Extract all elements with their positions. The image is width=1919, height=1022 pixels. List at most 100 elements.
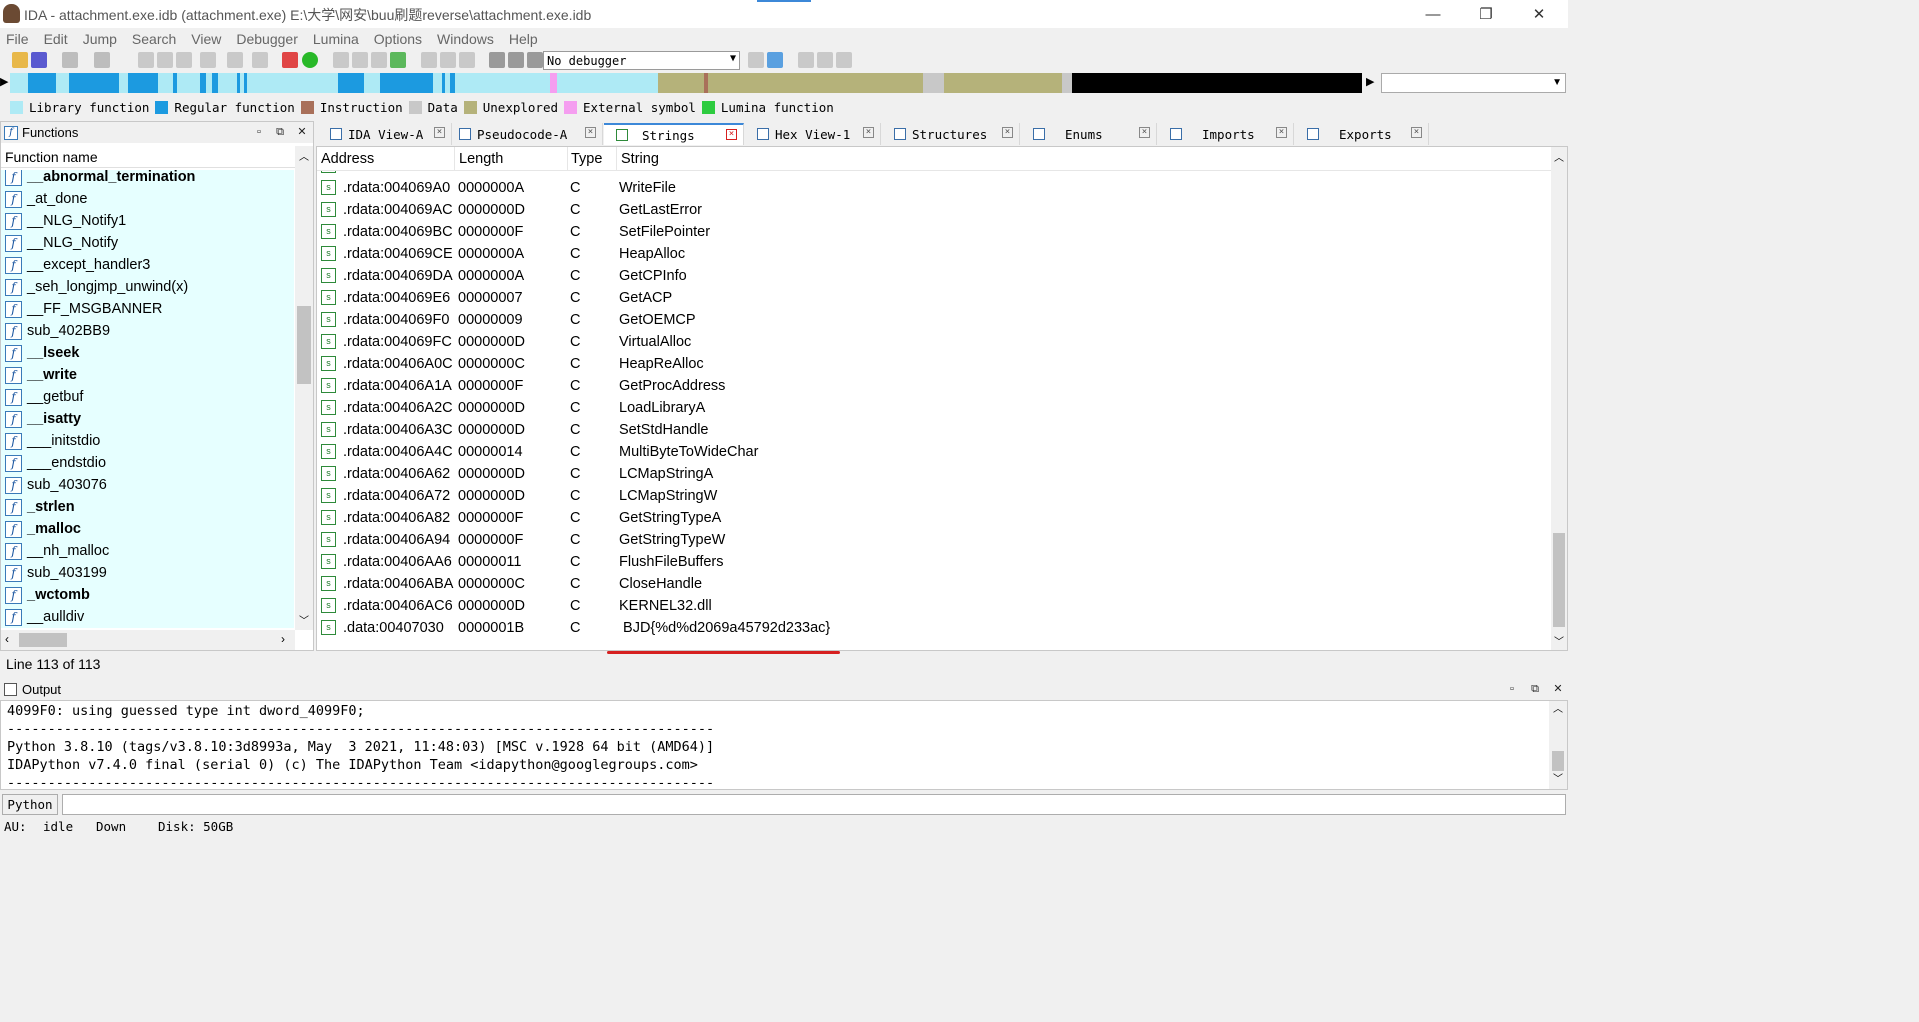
- string-row[interactable]: s .rdata:00406994 0000000A C RtlUnwind: [317, 171, 1551, 178]
- function-row[interactable]: f _at_done: [1, 188, 294, 210]
- menu-options[interactable]: Options: [374, 31, 422, 47]
- data-icon[interactable]: [352, 52, 368, 68]
- function-row[interactable]: f __write: [1, 364, 294, 386]
- menu-windows[interactable]: Windows: [437, 31, 494, 47]
- function-row[interactable]: f _strlen: [1, 496, 294, 518]
- column-string[interactable]: String: [621, 151, 659, 167]
- column-address[interactable]: Address: [321, 151, 374, 167]
- functions-hscroll-thumb[interactable]: [19, 633, 67, 647]
- close-icon[interactable]: ×: [1276, 127, 1287, 138]
- run-green-icon[interactable]: [302, 52, 318, 68]
- restore-panel-icon[interactable]: ⧉: [274, 127, 286, 139]
- function-row[interactable]: f __lseek: [1, 342, 294, 364]
- close-icon[interactable]: ×: [1002, 127, 1013, 138]
- close-icon[interactable]: ×: [1411, 127, 1422, 138]
- search-icon[interactable]: [252, 52, 268, 68]
- close-icon[interactable]: ×: [726, 129, 737, 140]
- close-icon[interactable]: ×: [1139, 127, 1150, 138]
- tab-strings[interactable]: Strings ×: [604, 123, 744, 145]
- tab-exports[interactable]: Exports ×: [1295, 123, 1429, 145]
- function-row[interactable]: f _seh_longjmp_unwind(x): [1, 276, 294, 298]
- string-row[interactable]: s .rdata:00406A3C 0000000D C SetStdHandle: [317, 420, 1551, 442]
- menu-lumina[interactable]: Lumina: [313, 31, 359, 47]
- string-row[interactable]: s .rdata:004069A0 0000000A C WriteFile: [317, 178, 1551, 200]
- menu-search[interactable]: Search: [132, 31, 176, 47]
- function-row[interactable]: f __aulldiv: [1, 606, 294, 628]
- add-icon[interactable]: [390, 52, 406, 68]
- tool-icon[interactable]: [421, 52, 437, 68]
- string-row[interactable]: s .rdata:00406ABA 0000000C C CloseHandle: [317, 574, 1551, 596]
- string-row[interactable]: s .rdata:00406A62 0000000D C LCMapStringA: [317, 464, 1551, 486]
- paste-icon[interactable]: [157, 52, 173, 68]
- string-row[interactable]: s .rdata:00406AC6 0000000D C KERNEL32.dll: [317, 596, 1551, 618]
- function-row[interactable]: f sub_402BB9: [1, 320, 294, 342]
- function-row[interactable]: f __NLG_Notify: [1, 232, 294, 254]
- close-icon[interactable]: ×: [863, 127, 874, 138]
- struct-icon[interactable]: [371, 52, 387, 68]
- string-row[interactable]: s .rdata:00406A1A 0000000F C GetProcAddress: [317, 376, 1551, 398]
- chevron-right-icon[interactable]: ›: [281, 632, 285, 646]
- nav-right-arrow-icon[interactable]: ▶: [1366, 75, 1374, 88]
- menu-jump[interactable]: Jump: [83, 31, 117, 47]
- menu-edit[interactable]: Edit: [44, 31, 68, 47]
- chevron-up-icon[interactable]: ︿: [1554, 149, 1564, 164]
- tool2-icon[interactable]: [440, 52, 456, 68]
- restore-button[interactable]: ❐: [1463, 0, 1509, 28]
- string-row[interactable]: s .rdata:00406A0C 0000000C C HeapReAlloc: [317, 354, 1551, 376]
- menu-debugger[interactable]: Debugger: [236, 31, 298, 47]
- output-console[interactable]: 4099F0: using guessed type int dword_409…: [0, 700, 1568, 790]
- close-icon[interactable]: ×: [434, 127, 445, 138]
- column-type[interactable]: Type: [571, 151, 602, 167]
- menu-help[interactable]: Help: [509, 31, 538, 47]
- chevron-up-icon[interactable]: ︿: [1553, 701, 1563, 719]
- tab-ida-view-a[interactable]: IDA View-A ×: [318, 123, 452, 145]
- string-row[interactable]: s .rdata:004069F0 00000009 C GetOEMCP: [317, 310, 1551, 332]
- function-row[interactable]: f __except_handler3: [1, 254, 294, 276]
- down-arrow-icon[interactable]: [227, 52, 243, 68]
- function-row[interactable]: f sub_403076: [1, 474, 294, 496]
- string-row[interactable]: s .rdata:004069BC 0000000F C SetFilePointer: [317, 222, 1551, 244]
- tab-imports[interactable]: Imports ×: [1158, 123, 1294, 145]
- back-icon[interactable]: [62, 52, 78, 68]
- string-row[interactable]: s .rdata:00406A72 0000000D C LCMapStringW: [317, 486, 1551, 508]
- layout-icon[interactable]: [798, 52, 814, 68]
- close-icon[interactable]: ✕: [1552, 684, 1564, 696]
- attach-icon[interactable]: [767, 52, 783, 68]
- debug-option-icon[interactable]: [748, 52, 764, 68]
- float-panel-icon[interactable]: ▫: [1506, 684, 1518, 696]
- string-row[interactable]: s .rdata:00406A4C 00000014 C MultiByteToWide…: [317, 442, 1551, 464]
- menu-view[interactable]: View: [191, 31, 221, 47]
- string-row[interactable]: s .rdata:00406A94 0000000F C GetStringTypeW: [317, 530, 1551, 552]
- chevron-down-icon[interactable]: ﹀: [1554, 633, 1564, 648]
- layout3-icon[interactable]: [836, 52, 852, 68]
- play-icon[interactable]: [489, 52, 505, 68]
- function-row[interactable]: f sub_403199: [1, 562, 294, 584]
- tab-hex-view-1[interactable]: Hex View-1 ×: [745, 123, 881, 145]
- navigation-band[interactable]: [10, 73, 1362, 93]
- close-icon[interactable]: ✕: [296, 127, 308, 139]
- minimize-button[interactable]: —: [1410, 0, 1456, 28]
- python-command-input[interactable]: [62, 794, 1566, 815]
- delete-icon[interactable]: [459, 52, 475, 68]
- chevron-up-icon[interactable]: ︿: [299, 148, 309, 163]
- function-row[interactable]: f ___initstdio: [1, 430, 294, 452]
- close-icon[interactable]: ×: [585, 127, 596, 138]
- output-vscroll[interactable]: ︿ ﹀: [1549, 701, 1567, 789]
- tab-pseudocode-a[interactable]: Pseudocode-A ×: [453, 123, 603, 145]
- function-row[interactable]: f __isatty: [1, 408, 294, 430]
- float-panel-icon[interactable]: ▫: [253, 127, 265, 139]
- stop-icon[interactable]: [527, 52, 543, 68]
- string-row[interactable]: s .rdata:00406A82 0000000F C GetStringTypeA: [317, 508, 1551, 530]
- function-name-column-header[interactable]: Function name: [1, 146, 295, 168]
- function-row[interactable]: f _malloc: [1, 518, 294, 540]
- nav-left-arrow-icon[interactable]: ▶: [0, 75, 8, 88]
- function-row[interactable]: f ___endstdio: [1, 452, 294, 474]
- function-row[interactable]: f __nh_malloc: [1, 540, 294, 562]
- chevron-down-icon[interactable]: ﹀: [1553, 771, 1563, 789]
- string-row[interactable]: s .rdata:004069AC 0000000D C GetLastError: [317, 200, 1551, 222]
- tab-structures[interactable]: Structures ×: [882, 123, 1020, 145]
- function-row[interactable]: f __getbuf: [1, 386, 294, 408]
- strings-scroll-thumb[interactable]: [1553, 533, 1565, 627]
- nav-combo[interactable]: ▼: [1381, 73, 1566, 93]
- strings-vscroll[interactable]: ︿ ﹀: [1551, 147, 1567, 650]
